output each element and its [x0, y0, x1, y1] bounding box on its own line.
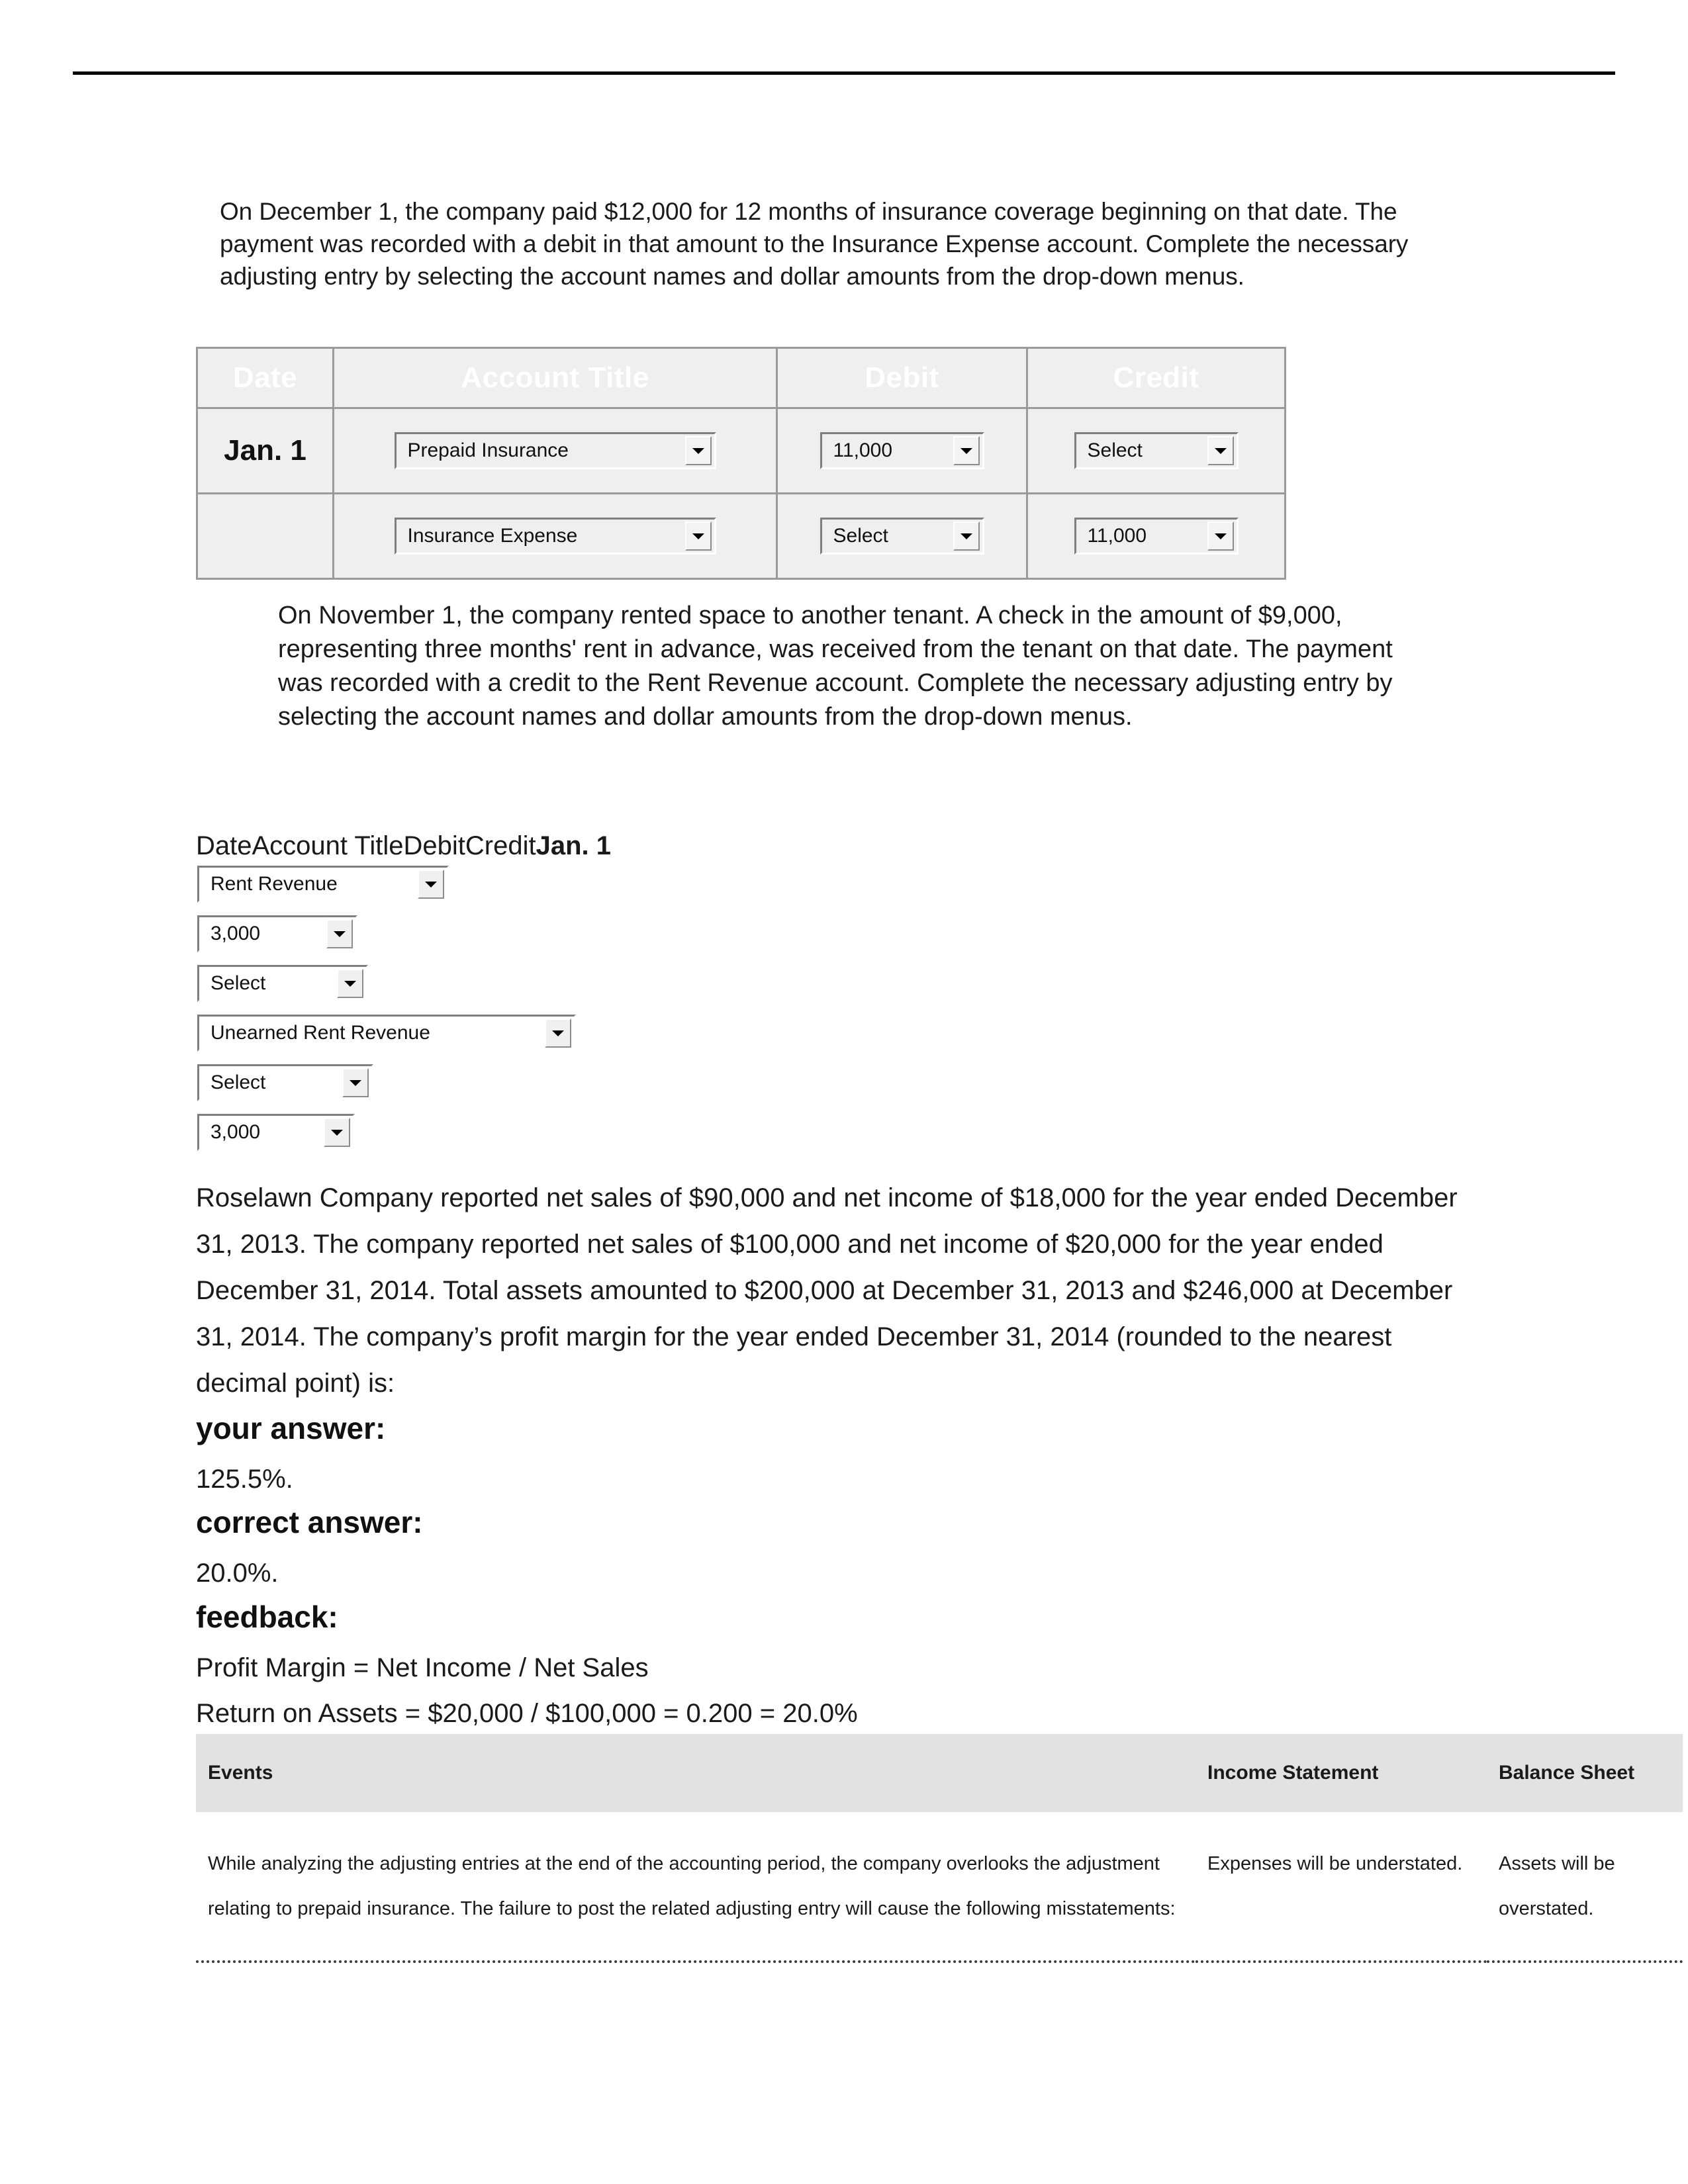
- your-answer-value: 125.5%.: [196, 1465, 293, 1494]
- your-answer-label: your answer:: [196, 1411, 386, 1445]
- column-header-debit: Debit: [776, 347, 1028, 409]
- chevron-down-icon[interactable]: [1207, 436, 1234, 465]
- table-row: Insurance Expense Select 11,000: [196, 492, 1286, 580]
- correct-answer-label: correct answer:: [196, 1505, 423, 1539]
- rent-entry-select-2[interactable]: 3,000: [197, 915, 357, 952]
- feedback-label: feedback:: [196, 1600, 338, 1634]
- debit-select-row-2[interactable]: Select: [820, 518, 984, 555]
- rent-entry-select-2-value: 3,000: [211, 923, 261, 944]
- correct-answer-value: 20.0%.: [196, 1559, 279, 1588]
- rent-entry-select-5[interactable]: Select: [197, 1064, 373, 1101]
- insurance-journal-entry-table: Date Account Title Debit Credit Jan. 1 P…: [196, 347, 1286, 580]
- rent-entry-select-4-value: Unearned Rent Revenue: [211, 1022, 430, 1044]
- debit-cell-row-1: 11,000: [776, 407, 1028, 494]
- event-description: While analyzing the adjusting entries at…: [196, 1812, 1196, 1962]
- rent-entry-select-6-value: 3,000: [211, 1121, 261, 1143]
- rent-entry-inline-header-plain: DateAccount TitleDebitCredit: [196, 831, 536, 860]
- chevron-down-icon[interactable]: [953, 522, 980, 551]
- table-row: While analyzing the adjusting entries at…: [196, 1812, 1683, 1962]
- events-misstatement-table: Events Income Statement Balance Sheet Wh…: [196, 1734, 1683, 1963]
- credit-select-row-2[interactable]: 11,000: [1074, 518, 1239, 555]
- chevron-down-icon[interactable]: [326, 919, 353, 948]
- chevron-down-icon[interactable]: [337, 969, 363, 998]
- balance-sheet-effect: Assets will be overstated.: [1487, 1812, 1683, 1962]
- rent-entry-inline-header-date: Jan. 1: [536, 831, 611, 860]
- rent-entry-select-1-value: Rent Revenue: [211, 873, 338, 895]
- credit-select-row-1[interactable]: Select: [1074, 432, 1239, 469]
- rent-entry-select-6[interactable]: 3,000: [197, 1114, 355, 1151]
- account-title-select-row-1[interactable]: Prepaid Insurance: [394, 432, 716, 469]
- rent-entry-select-4[interactable]: Unearned Rent Revenue: [197, 1015, 576, 1052]
- column-header-credit: Credit: [1026, 347, 1286, 409]
- insurance-problem-prompt: On December 1, the company paid $12,000 …: [220, 198, 1409, 290]
- chevron-down-icon[interactable]: [953, 436, 980, 465]
- chevron-down-icon[interactable]: [324, 1118, 350, 1147]
- rent-entry-select-5-value: Select: [211, 1071, 266, 1093]
- debit-cell-row-2: Select: [776, 492, 1028, 580]
- chevron-down-icon[interactable]: [418, 870, 444, 899]
- column-header-account-title: Account Title: [332, 347, 778, 409]
- chevron-down-icon[interactable]: [684, 436, 712, 465]
- column-header-events: Events: [196, 1734, 1196, 1812]
- feedback-line-2: Return on Assets = $20,000 / $100,000 = …: [196, 1699, 858, 1728]
- credit-cell-row-2: 11,000: [1026, 492, 1286, 580]
- page-top-divider: [73, 71, 1615, 75]
- rent-entry-select-3[interactable]: Select: [197, 965, 368, 1002]
- chevron-down-icon[interactable]: [342, 1068, 369, 1097]
- ratio-problem-prompt: Roselawn Company reported net sales of $…: [196, 1183, 1458, 1398]
- rent-entry-inline-header: DateAccount TitleDebitCreditJan. 1: [196, 833, 611, 859]
- account-title-select-row-1-value: Prepaid Insurance: [407, 439, 569, 461]
- debit-select-row-2-value: Select: [833, 525, 888, 547]
- table-row: Jan. 1 Prepaid Insurance 11,000 Select: [196, 407, 1286, 494]
- column-header-date: Date: [196, 347, 334, 409]
- table-header-row: Date Account Title Debit Credit: [196, 347, 1286, 409]
- account-title-select-row-2-value: Insurance Expense: [407, 525, 578, 547]
- chevron-down-icon[interactable]: [684, 522, 712, 551]
- rent-entry-select-1[interactable]: Rent Revenue: [197, 866, 449, 903]
- entry-date-row-2: [196, 492, 334, 580]
- income-statement-effect: Expenses will be understated.: [1196, 1812, 1487, 1962]
- debit-select-row-1-value: 11,000: [833, 439, 893, 461]
- account-title-cell-row-2: Insurance Expense: [332, 492, 778, 580]
- credit-select-row-1-value: Select: [1087, 439, 1143, 461]
- chevron-down-icon[interactable]: [1207, 522, 1234, 551]
- column-header-income-statement: Income Statement: [1196, 1734, 1487, 1812]
- column-header-balance-sheet: Balance Sheet: [1487, 1734, 1683, 1812]
- rent-entry-select-3-value: Select: [211, 972, 266, 994]
- rent-problem-prompt: On November 1, the company rented space …: [278, 602, 1393, 731]
- account-title-cell-row-1: Prepaid Insurance: [332, 407, 778, 494]
- debit-select-row-1[interactable]: 11,000: [820, 432, 984, 469]
- account-title-select-row-2[interactable]: Insurance Expense: [394, 518, 716, 555]
- chevron-down-icon[interactable]: [545, 1019, 571, 1048]
- feedback-line-1: Profit Margin = Net Income / Net Sales: [196, 1653, 649, 1682]
- credit-select-row-2-value: 11,000: [1087, 525, 1147, 547]
- credit-cell-row-1: Select: [1026, 407, 1286, 494]
- table-header-row: Events Income Statement Balance Sheet: [196, 1734, 1683, 1812]
- entry-date-row-1: Jan. 1: [196, 407, 334, 494]
